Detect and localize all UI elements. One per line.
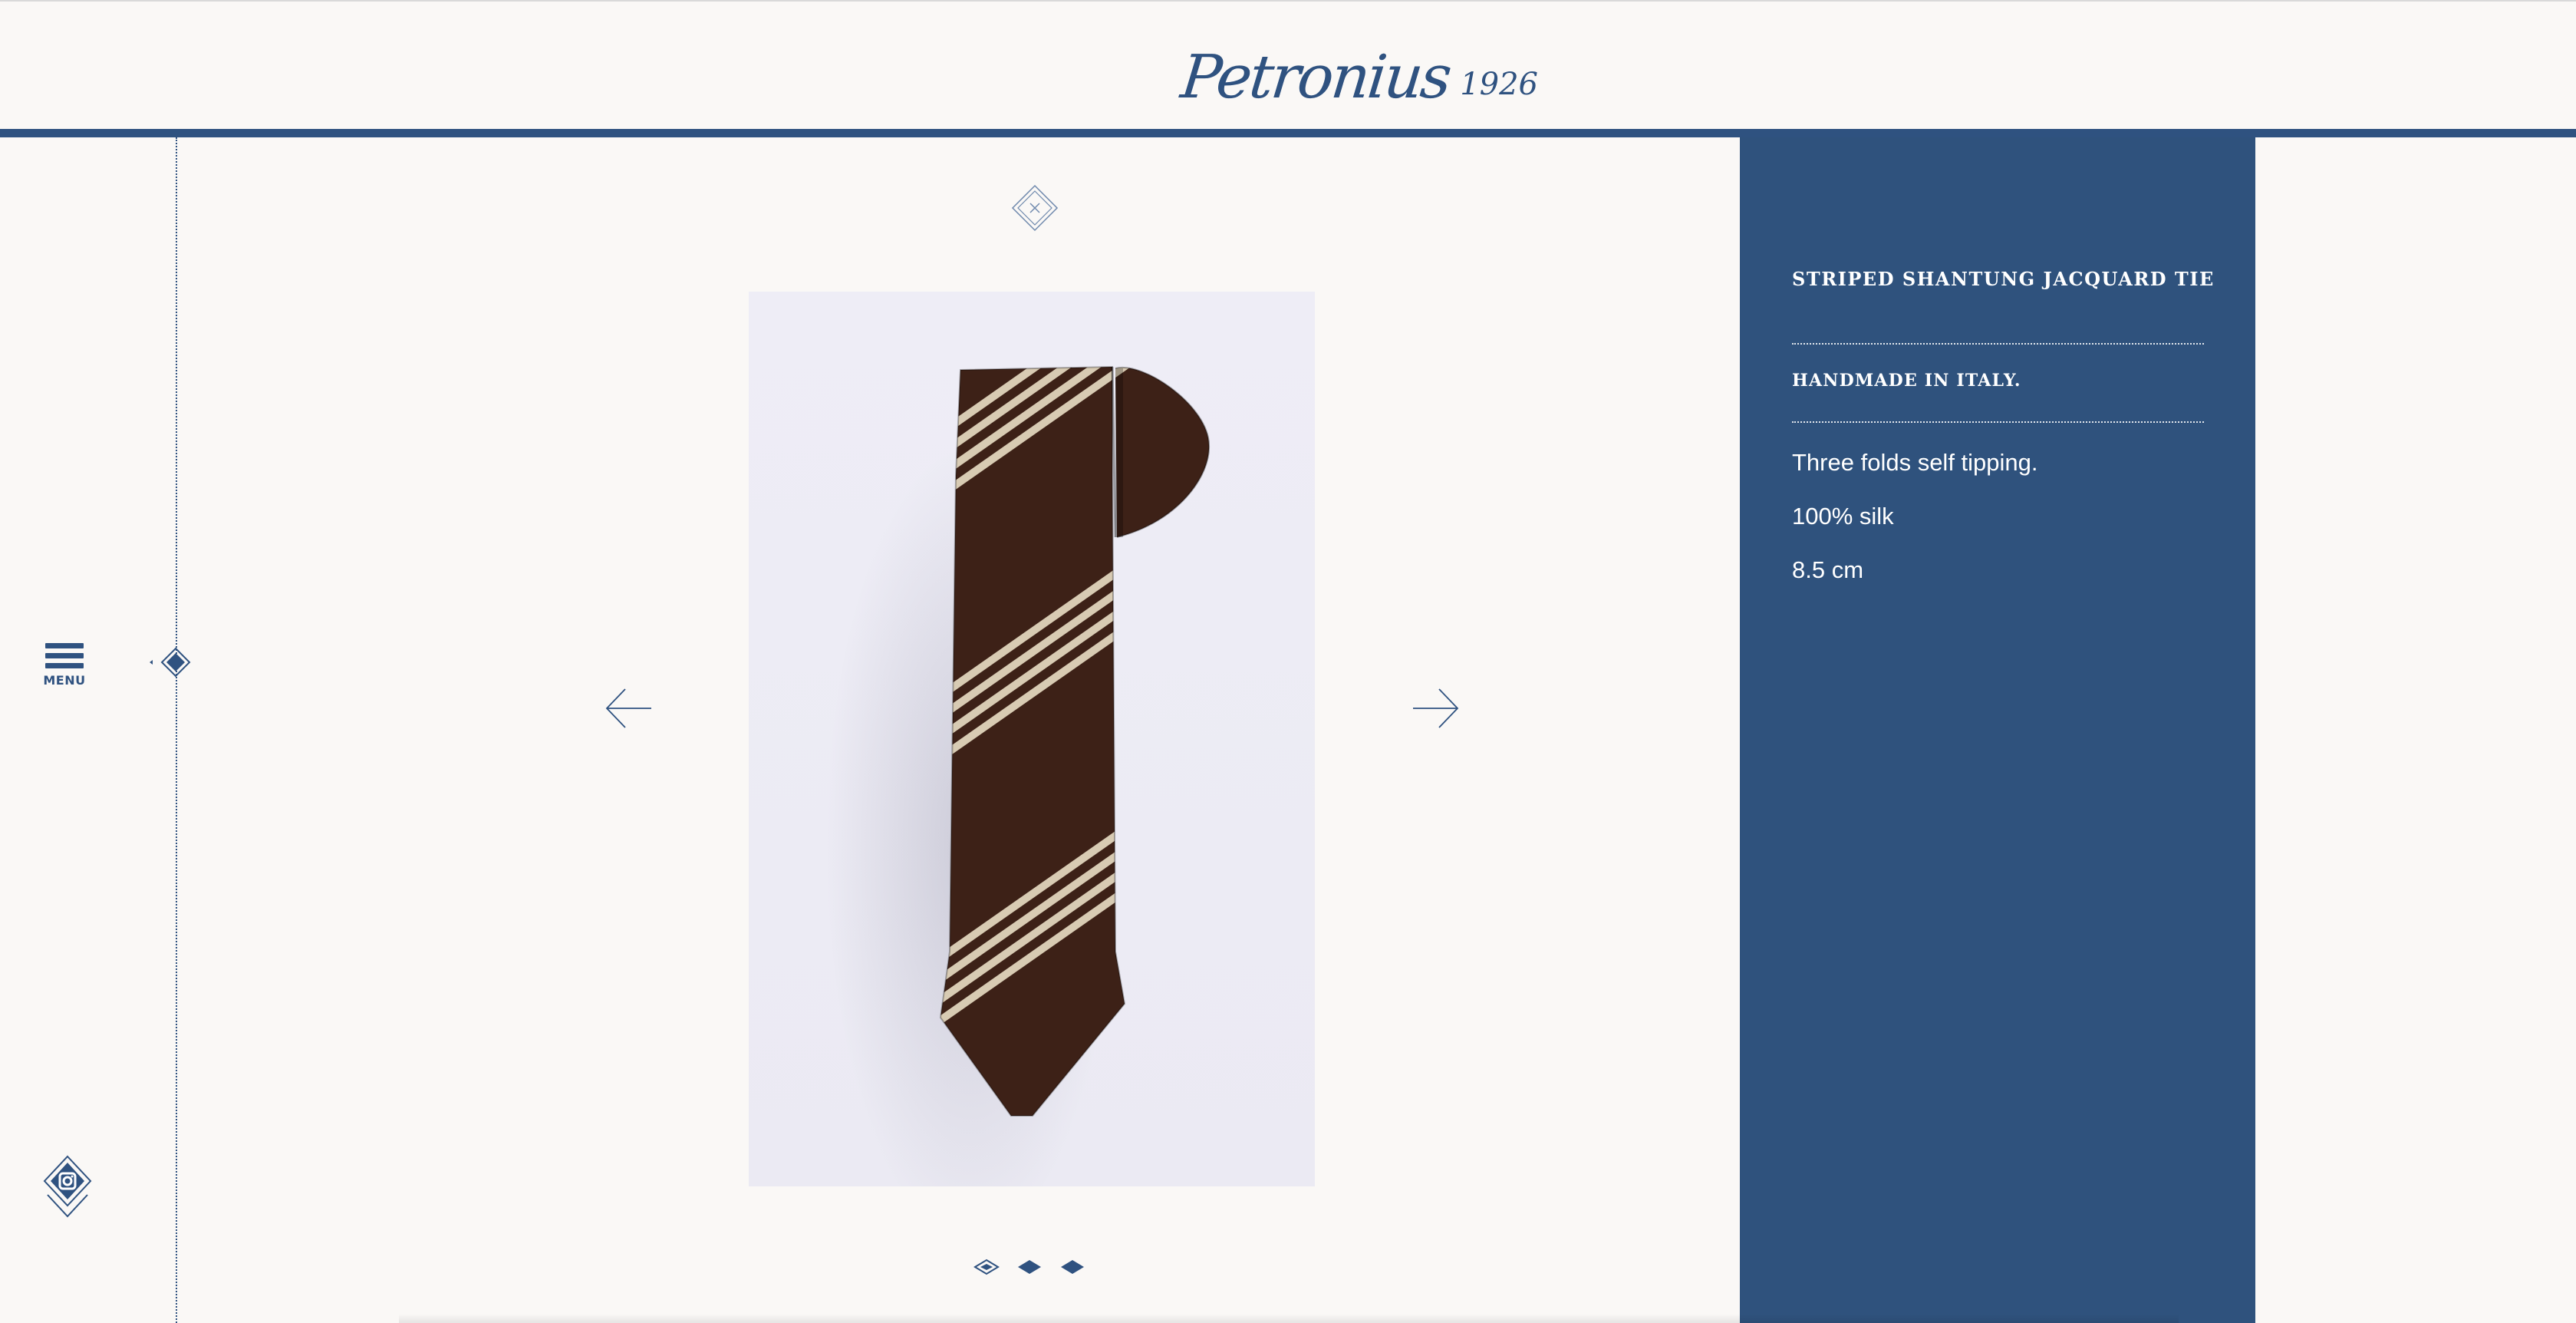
- arrow-left-icon[interactable]: [602, 681, 656, 735]
- sidebar-guide-line: [176, 137, 177, 1323]
- hamburger-icon: [40, 643, 89, 668]
- menu-label: MENU: [43, 673, 86, 688]
- pagination-dot-2[interactable]: [1016, 1258, 1043, 1276]
- bottom-scroll-shadow: [399, 1314, 2179, 1323]
- panel-divider: [1792, 343, 2204, 345]
- sidebar-diamond-marker-icon: [150, 647, 191, 678]
- site-header: Petronius 1926: [0, 0, 2576, 129]
- product-features: Three folds self tipping. 100% silk 8.5 …: [1792, 449, 2038, 610]
- close-icon[interactable]: [1011, 184, 1059, 232]
- brand-logo[interactable]: Petronius 1926: [1178, 23, 1538, 112]
- pagination-dot-3[interactable]: [1059, 1258, 1086, 1276]
- header-divider: [0, 129, 2576, 137]
- product-info-panel: STRIPED SHANTUNG JACQUARD TIE HANDMADE I…: [1740, 137, 2255, 1323]
- instagram-icon[interactable]: [43, 1155, 92, 1219]
- pagination-dot-1[interactable]: [973, 1258, 1000, 1276]
- product-image: [749, 292, 1315, 1186]
- menu-button[interactable]: MENU: [40, 643, 89, 704]
- logo-year: 1926: [1460, 67, 1538, 102]
- gallery-pagination: [973, 1255, 1088, 1278]
- feature-item: 100% silk: [1792, 503, 1894, 530]
- logo-wordmark: Petronius: [1178, 43, 1453, 112]
- product-title: STRIPED SHANTUNG JACQUARD TIE: [1792, 268, 2215, 290]
- product-subtitle: HANDMADE IN ITALY.: [1792, 371, 2021, 391]
- arrow-right-icon[interactable]: [1408, 681, 1462, 735]
- tie-illustration: [825, 365, 1211, 1186]
- feature-item: Three folds self tipping.: [1792, 449, 2038, 476]
- feature-item: 8.5 cm: [1792, 556, 1864, 583]
- panel-divider: [1792, 421, 2204, 423]
